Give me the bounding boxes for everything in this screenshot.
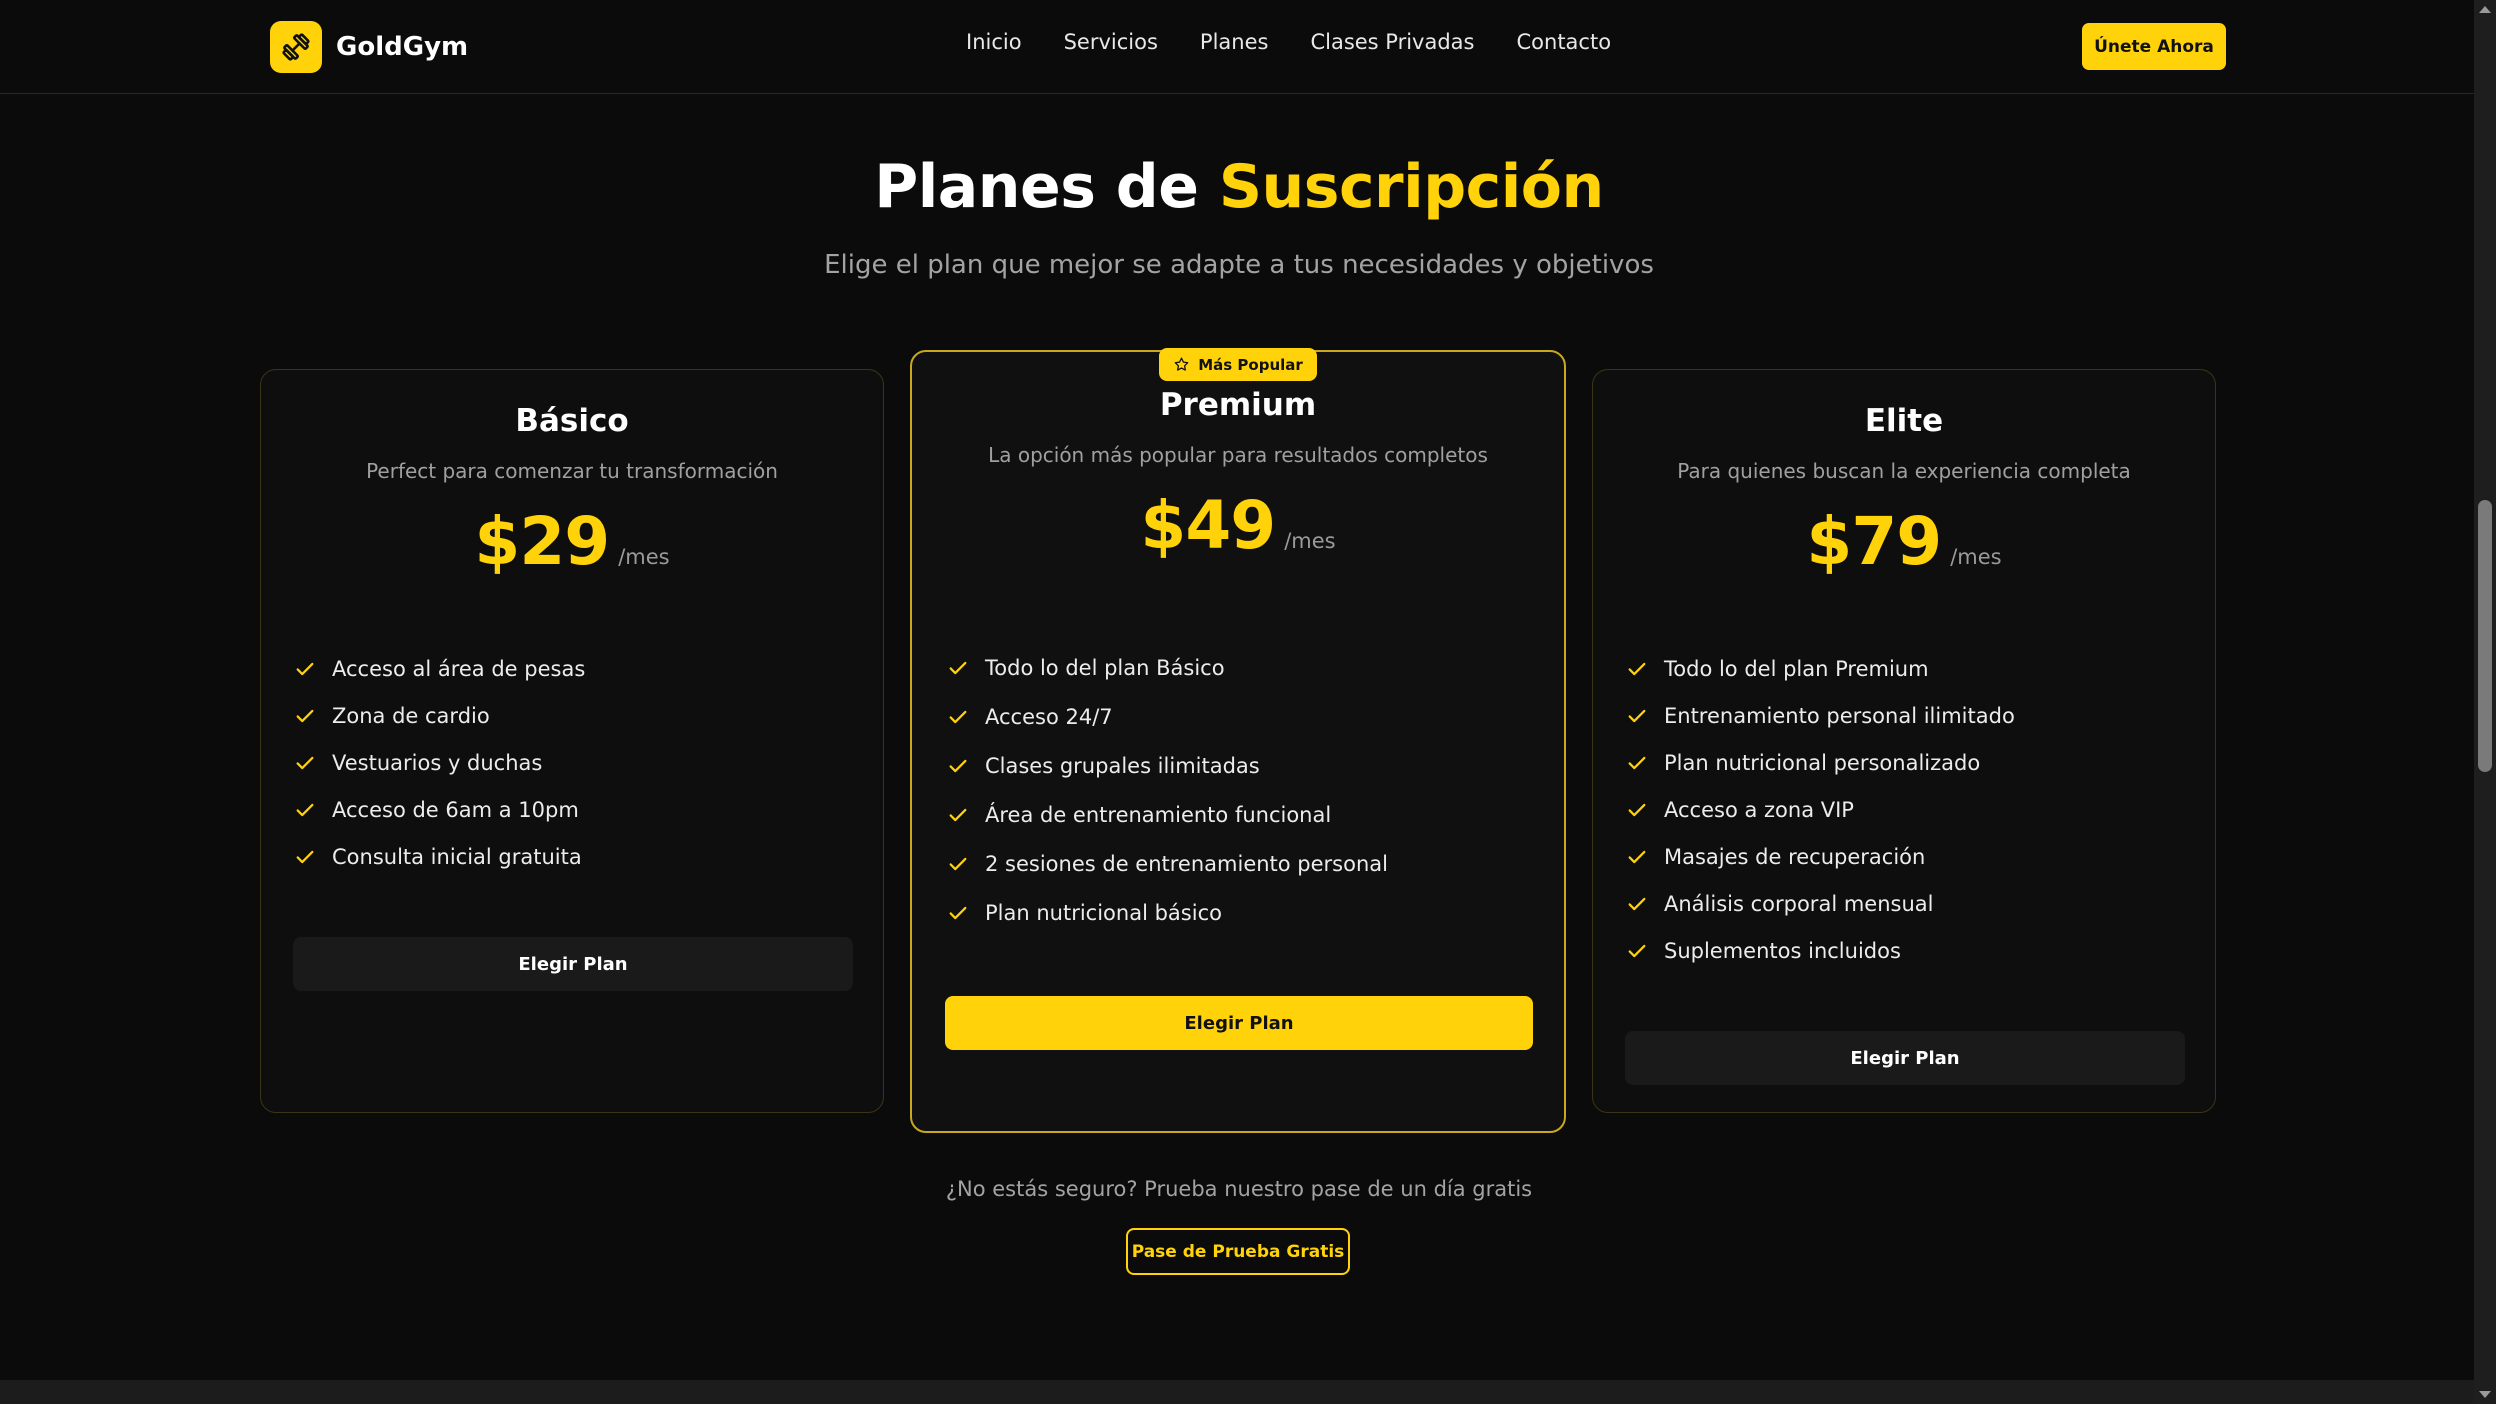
feature-item: Vestuarios y duchas <box>294 739 585 786</box>
check-icon <box>949 906 967 919</box>
plan-price: $49 <box>1140 487 1276 564</box>
check-icon <box>1628 756 1646 769</box>
feature-item: Acceso al área de pesas <box>294 645 585 692</box>
plan-description: Para quienes buscan la experiencia compl… <box>1677 459 2131 483</box>
check-icon <box>949 808 967 821</box>
trial-text: ¿No estás seguro? Prueba nuestro pase de… <box>945 1177 1533 1201</box>
feature-item: 2 sesiones de entrenamiento personal <box>947 839 1388 888</box>
scroll-down-icon[interactable] <box>2479 1391 2491 1398</box>
plan-description: La opción más popular para resultados co… <box>988 443 1488 467</box>
nav-link-clases-privadas[interactable]: Clases Privadas <box>1310 30 1474 54</box>
scrollbar[interactable] <box>2474 0 2496 1404</box>
feature-item: Acceso a zona VIP <box>1626 786 2015 833</box>
feature-item: Plan nutricional personalizado <box>1626 739 2015 786</box>
top-navbar: GoldGym Inicio Servicios Planes Clases P… <box>0 0 2474 94</box>
free-trial-button[interactable]: Pase de Prueba Gratis <box>1126 1228 1350 1275</box>
check-icon <box>949 759 967 772</box>
plan-name: Premium <box>1159 387 1317 423</box>
check-icon <box>296 803 314 816</box>
nav-links: Inicio Servicios Planes Clases Privadas … <box>966 30 1653 54</box>
title-accent: Suscripción <box>1218 152 1604 222</box>
plan-card-premium: Premium La opción más popular para resul… <box>910 350 1566 1133</box>
plan-card-basico: Básico Perfect para comenzar tu transfor… <box>260 369 884 1113</box>
plan-price: $79 <box>1806 503 1942 580</box>
check-icon <box>1628 944 1646 957</box>
feature-item: Suplementos incluidos <box>1626 927 2015 974</box>
dumbbell-icon <box>270 21 322 73</box>
plan-name: Elite <box>1864 403 1944 439</box>
feature-item: Acceso de 6am a 10pm <box>294 786 585 833</box>
check-icon <box>1628 897 1646 910</box>
badge-label: Más Popular <box>1198 355 1303 374</box>
page-title: Planes de Suscripción <box>0 152 2478 222</box>
logo-text: GoldGym <box>336 32 469 62</box>
plan-card-elite: Elite Para quienes buscan la experiencia… <box>1592 369 2216 1113</box>
nav-link-planes[interactable]: Planes <box>1200 30 1269 54</box>
feature-item: Zona de cardio <box>294 692 585 739</box>
check-icon <box>949 661 967 674</box>
choose-plan-button-premium[interactable]: Elegir Plan <box>945 996 1533 1050</box>
feature-item: Masajes de recuperación <box>1626 833 2015 880</box>
feature-item: Todo lo del plan Premium <box>1626 645 2015 692</box>
plan-name: Básico <box>515 403 629 439</box>
feature-list: Todo lo del plan Básico Acceso 24/7 Clas… <box>947 643 1388 937</box>
title-prefix: Planes de <box>874 152 1219 222</box>
feature-item: Análisis corporal mensual <box>1626 880 2015 927</box>
choose-plan-button-basico[interactable]: Elegir Plan <box>293 937 853 991</box>
feature-list: Todo lo del plan Premium Entrenamiento p… <box>1626 645 2015 974</box>
feature-item: Entrenamiento personal ilimitado <box>1626 692 2015 739</box>
check-icon <box>1628 662 1646 675</box>
nav-link-servicios[interactable]: Servicios <box>1064 30 1158 54</box>
feature-item: Área de entrenamiento funcional <box>947 790 1388 839</box>
logo[interactable]: GoldGym <box>270 21 468 73</box>
check-icon <box>1628 709 1646 722</box>
scroll-thumb[interactable] <box>2478 500 2492 772</box>
feature-item: Todo lo del plan Básico <box>947 643 1388 692</box>
feature-item: Consulta inicial gratuita <box>294 833 585 880</box>
plan-period: /mes <box>618 545 670 569</box>
check-icon <box>296 709 314 722</box>
check-icon <box>296 662 314 675</box>
check-icon <box>1628 850 1646 863</box>
most-popular-badge: Más Popular <box>1159 348 1317 381</box>
check-icon <box>296 850 314 863</box>
feature-item: Acceso 24/7 <box>947 692 1388 741</box>
check-icon <box>1628 803 1646 816</box>
nav-link-inicio[interactable]: Inicio <box>966 30 1022 54</box>
feature-item: Clases grupales ilimitadas <box>947 741 1388 790</box>
next-section-edge <box>0 1380 2474 1404</box>
feature-item: Plan nutricional básico <box>947 888 1388 937</box>
plan-description: Perfect para comenzar tu transformación <box>366 459 778 483</box>
choose-plan-button-elite[interactable]: Elegir Plan <box>1625 1031 2185 1085</box>
check-icon <box>949 710 967 723</box>
star-icon <box>1174 357 1189 371</box>
plan-period: /mes <box>1950 545 2002 569</box>
plan-price: $29 <box>474 503 610 580</box>
check-icon <box>296 756 314 769</box>
plan-period: /mes <box>1284 529 1336 553</box>
scroll-up-icon[interactable] <box>2479 6 2491 13</box>
join-now-button[interactable]: Únete Ahora <box>2082 23 2226 70</box>
nav-link-contacto[interactable]: Contacto <box>1517 30 1612 54</box>
page-subtitle: Elige el plan que mejor se adapte a tus … <box>824 250 1654 280</box>
feature-list: Acceso al área de pesas Zona de cardio V… <box>294 645 585 880</box>
check-icon <box>949 857 967 870</box>
